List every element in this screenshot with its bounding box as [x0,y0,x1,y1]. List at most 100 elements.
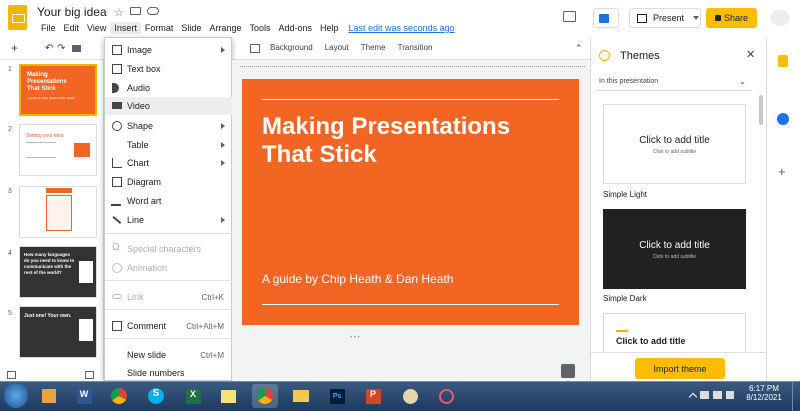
photoshop-icon: Ps [329,388,345,404]
print-icon[interactable] [72,45,81,52]
add-addon-icon[interactable]: + [778,164,786,179]
menu-item-comment[interactable]: Comment Ctrl+Alt+M [105,317,233,335]
taskbar-clock[interactable]: 6:17 PM 8/12/2021 [742,384,786,402]
slide-subtitle[interactable]: A guide by Chip Heath & Dan Heath [262,272,453,286]
move-folder-icon[interactable] [130,7,141,15]
menu-item-shortcut: Ctrl+M [200,350,224,360]
transition-button[interactable]: Transition [398,43,433,52]
layout-button[interactable]: Layout [325,43,349,52]
taskbar-notes[interactable] [215,384,241,408]
menu-view[interactable]: View [83,22,110,34]
meet-button[interactable] [593,8,619,28]
collapse-toolbar-icon[interactable]: ⌃ [575,43,583,54]
start-button[interactable] [4,383,28,408]
close-icon[interactable]: ✕ [746,48,755,61]
show-desktop-button[interactable] [792,382,800,411]
slide-thumb-3[interactable] [19,186,97,238]
taskbar-explorer[interactable] [288,384,314,408]
menu-item-special-characters[interactable]: Ω Special characters [105,240,233,258]
slide-title[interactable]: Making Presentations That Stick [262,113,562,169]
menu-item-label: Image [127,45,153,55]
speaker-notes-handle[interactable]: • • • [350,335,360,341]
flag-icon[interactable] [726,391,734,399]
menu-item-diagram[interactable]: Diagram [105,173,233,191]
menu-format[interactable]: Format [141,22,178,34]
import-theme-button[interactable]: Import theme [635,358,725,379]
keep-icon[interactable] [778,55,788,67]
menu-help[interactable]: Help [316,22,343,34]
menu-file[interactable]: File [37,22,60,34]
menu-tools[interactable]: Tools [245,22,274,34]
menu-arrange[interactable]: Arrange [205,22,245,34]
taskbar-photoshop[interactable]: Ps [324,384,350,408]
menu-item-video[interactable]: Video [105,97,233,115]
slide-1[interactable]: Making Presentations That Stick A guide … [242,79,579,325]
thumb-text-lines [26,142,56,158]
filmstrip-view-icon[interactable] [7,371,16,379]
network-icon[interactable] [700,391,709,399]
menu-item-audio[interactable]: Audio [105,79,233,97]
menu-item-new-slide[interactable]: New slide Ctrl+M [105,346,233,364]
taskbar-chrome[interactable] [106,384,132,408]
tasks-icon[interactable] [777,113,789,125]
background-button[interactable]: Background [270,43,313,52]
slide-thumb-5[interactable]: Just one! Your own. [19,306,97,358]
comment-history-icon[interactable] [563,11,576,22]
undo-icon[interactable]: ↶ [45,43,53,54]
document-title[interactable]: Your big idea [37,5,107,19]
menu-insert[interactable]: Insert [110,22,141,34]
slide-thumb-4[interactable]: How many languages do you need to know t… [19,246,97,298]
diagram-icon [112,177,122,187]
menu-separator [105,309,233,310]
theme-source-dropdown[interactable]: In this presentation ⌄ [596,73,752,91]
menu-item-word-art[interactable]: Word art [105,192,233,210]
redo-icon[interactable]: ↷ [57,43,65,54]
menu-item-label: New slide [127,350,167,360]
explore-icon[interactable] [561,364,575,378]
comment-add-icon[interactable] [250,44,260,53]
theme-simple-light[interactable]: Click to add title Click to add subtitle [603,104,746,184]
menu-item-text-box[interactable]: Text box [105,60,233,78]
paint-icon [402,388,418,404]
taskbar-excel[interactable]: X [180,384,206,408]
taskbar-powerpoint[interactable]: P [360,384,386,408]
theme-button[interactable]: Theme [361,43,386,52]
slides-logo-icon[interactable] [8,5,27,30]
themes-scrollbar[interactable] [759,95,763,125]
theme-streamline[interactable]: Click to add title [603,313,746,353]
taskbar-media-player[interactable] [36,384,62,408]
taskbar-paint[interactable] [397,384,423,408]
menu-item-shape[interactable]: Shape [105,117,233,135]
taskbar-skype[interactable]: S [143,384,169,408]
share-button[interactable]: Share [706,8,757,28]
show-hidden-icon[interactable] [688,392,698,402]
grid-view-icon[interactable] [85,371,94,379]
taskbar-chrome-active[interactable] [252,384,278,408]
menu-item-label: Special characters [127,244,202,254]
thumb-subtitle: A guide by Chip Heath & Dan Heath [27,96,75,100]
last-edit-link[interactable]: Last edit was seconds ago [345,22,459,34]
new-slide-icon[interactable]: + [11,42,18,54]
menu-item-animation[interactable]: Animation [105,259,233,277]
system-tray-icons[interactable] [688,391,736,402]
menu-item-chart[interactable]: Chart [105,154,233,172]
theme-simple-dark[interactable]: Click to add title Click to add subtitle [603,209,746,289]
chevron-down-icon[interactable] [693,16,700,20]
menu-item-slide-numbers[interactable]: Slide numbers [105,364,233,382]
menu-addons[interactable]: Add-ons [274,22,316,34]
taskbar-word[interactable]: W [71,384,97,408]
star-icon[interactable]: ☆ [114,6,124,19]
cloud-saved-icon [147,7,159,15]
account-avatar[interactable] [770,10,790,26]
menu-item-link[interactable]: Link Ctrl+K [105,288,233,306]
menu-item-image[interactable]: Image [105,41,233,59]
slide-thumb-2[interactable]: Setting your idea [19,124,97,176]
menu-slide[interactable]: Slide [177,22,205,34]
taskbar-snipping[interactable] [433,384,459,408]
menu-item-line[interactable]: Line [105,211,233,229]
menu-edit[interactable]: Edit [60,22,84,34]
menu-item-table[interactable]: Table [105,136,233,154]
slide-thumb-1[interactable]: Making Presentations That Stick A guide … [19,64,97,116]
present-button[interactable]: Present [629,8,701,28]
volume-icon[interactable] [713,391,722,399]
